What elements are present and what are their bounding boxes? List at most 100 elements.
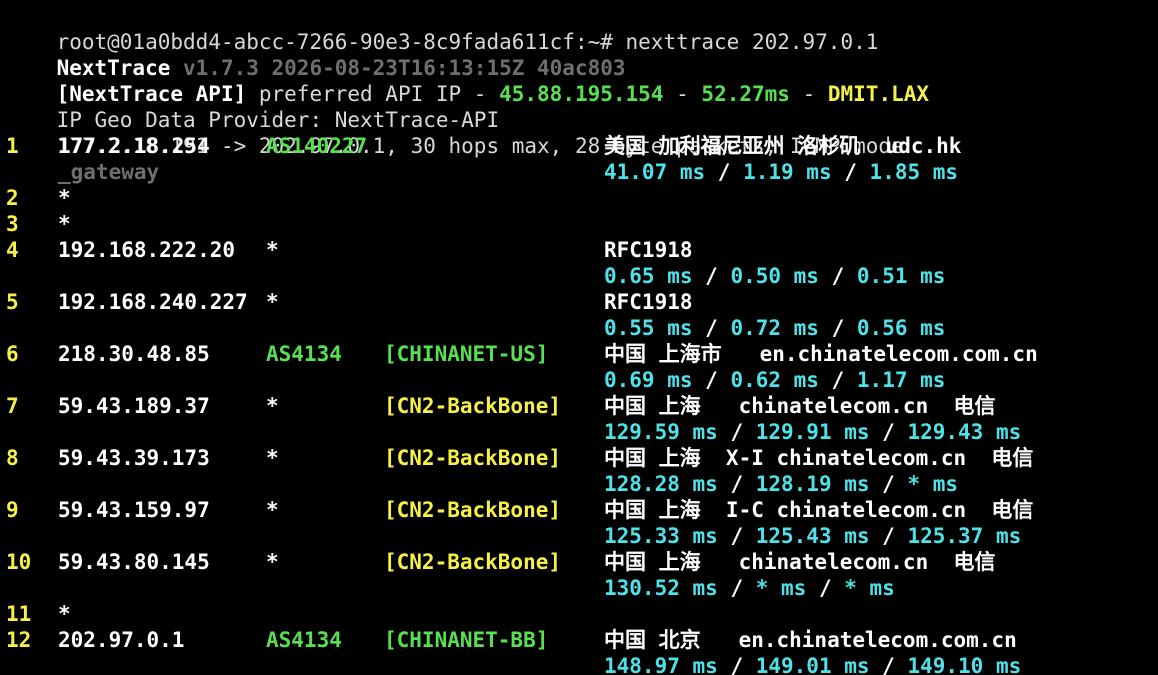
hop-asn: * <box>266 238 279 262</box>
hop-number: 10 <box>6 550 32 574</box>
hop-latency: 41.07 ms / 1.19 ms / 1.85 ms <box>604 159 958 185</box>
hop-network-tag: [CN2-BackBone] <box>384 394 562 418</box>
hop-ip: 59.43.189.37 <box>58 394 210 418</box>
hop-geo: 中国 上海 chinatelecom.cn 电信 <box>604 394 996 418</box>
latency-separator: / <box>869 420 908 444</box>
latency-2: 149.01 ms <box>755 654 870 675</box>
hop-asn: * <box>266 394 279 418</box>
hop-detail-row: 0.65 ms / 0.50 ms / 0.51 ms <box>6 263 945 289</box>
latency-separator: / <box>717 472 756 496</box>
hop-latency: 0.55 ms / 0.72 ms / 0.56 ms <box>604 315 945 341</box>
latency-2: 129.91 ms <box>755 420 870 444</box>
hop-network-tag: [CN2-BackBone] <box>384 550 562 574</box>
hop-row: 4 192.168.222.20 * RFC1918 <box>6 237 693 263</box>
latency-1: 129.59 ms <box>604 420 718 444</box>
hop-number: 7 <box>6 394 19 418</box>
hop-geo: RFC1918 <box>604 238 693 262</box>
hop-network-tag: [CN2-BackBone] <box>384 446 562 470</box>
hop-detail-row: _gateway 41.07 ms / 1.19 ms / 1.85 ms <box>6 159 958 185</box>
latency-2: 0.72 ms <box>730 316 819 340</box>
latency-3: 129.43 ms <box>907 420 1022 444</box>
hop-number: 4 <box>6 238 19 262</box>
hop-detail-row: 125.33 ms / 125.43 ms / 125.37 ms <box>6 523 1021 549</box>
latency-3: * ms <box>907 472 959 496</box>
hop-number: 9 <box>6 498 19 522</box>
latency-2: 0.62 ms <box>730 368 819 392</box>
hop-number: 2 <box>6 186 19 210</box>
hop-geo: 中国 上海 X-I chinatelecom.cn 电信 <box>604 446 1034 470</box>
latency-separator: / <box>806 576 845 600</box>
latency-2: 125.43 ms <box>755 524 870 548</box>
latency-3: 0.51 ms <box>856 264 946 288</box>
latency-separator: / <box>717 420 756 444</box>
latency-separator: / <box>717 576 756 600</box>
latency-separator: / <box>869 524 908 548</box>
hop-row: 10 59.43.80.145 * [CN2-BackBone] 中国 上海 c… <box>6 549 996 575</box>
hop-geo: 中国 北京 en.chinatelecom.com.cn <box>604 628 1017 652</box>
hop-ip: * <box>58 212 71 236</box>
hop-row: 8 59.43.39.173 * [CN2-BackBone] 中国 上海 X-… <box>6 445 1033 471</box>
latency-3: 149.10 ms <box>907 654 1022 675</box>
api-line: [NextTrace API] preferred API IP - 45.88… <box>6 55 929 106</box>
api-latency: 52.27ms <box>701 82 790 106</box>
latency-separator: / <box>818 316 857 340</box>
latency-separator: / <box>717 524 756 548</box>
hop-number: 5 <box>6 290 19 314</box>
hop-ip: 218.30.48.85 <box>58 342 210 366</box>
latency-separator: / <box>818 368 857 392</box>
hop-geo: 中国 上海市 en.chinatelecom.com.cn <box>604 342 1038 366</box>
hop-asn: AS140227 <box>266 134 368 158</box>
hop-asn: * <box>266 550 279 574</box>
version-line: NextTrace v1.7.3 2026-08-23T16:13:15Z 40… <box>6 29 626 80</box>
latency-separator: / <box>869 654 908 675</box>
api-node: DMIT.LAX <box>827 82 930 106</box>
hop-asn: AS4134 <box>266 342 342 366</box>
hop-asn: * <box>266 290 279 314</box>
latency-1: 0.65 ms <box>604 264 693 288</box>
hop-ip: 192.168.222.20 <box>58 238 236 262</box>
hop-asn: AS4134 <box>266 628 342 652</box>
latency-1: 41.07 ms <box>604 160 706 184</box>
latency-separator: / <box>692 368 731 392</box>
latency-1: 0.69 ms <box>604 368 693 392</box>
hop-latency: 129.59 ms / 129.91 ms / 129.43 ms <box>604 419 1021 445</box>
api-ip: 45.88.195.154 <box>499 82 664 106</box>
hop-detail-row: 130.52 ms / * ms / * ms <box>6 575 895 601</box>
hop-latency: 130.52 ms / * ms / * ms <box>604 575 895 601</box>
latency-3: 1.85 ms <box>869 160 959 184</box>
hop-geo: 美国 加利福尼亚州 洛杉矶 udc.hk <box>604 134 962 158</box>
hop-row: 5 192.168.240.227 * RFC1918 <box>6 289 693 315</box>
hop-row: 12 202.97.0.1 AS4134 [CHINANET-BB] 中国 北京… <box>6 627 1017 653</box>
terminal-window[interactable]: root@01a0bdd4-abcc-7266-90e3-8c9fada611c… <box>0 0 1158 675</box>
hop-hostname: _gateway <box>58 160 160 184</box>
hop-row: 9 59.43.159.97 * [CN2-BackBone] 中国 上海 I-… <box>6 497 1033 523</box>
hop-number: 12 <box>6 628 32 652</box>
latency-3: 125.37 ms <box>907 524 1022 548</box>
hop-number: 6 <box>6 342 19 366</box>
hop-number: 8 <box>6 446 19 470</box>
hop-latency: 0.65 ms / 0.50 ms / 0.51 ms <box>604 263 945 289</box>
hop-ip: 59.43.39.173 <box>58 446 210 470</box>
hop-row: 2 * <box>6 185 71 211</box>
trace-summary-line: 177.2.18.191 -> 202.97.0.1, 30 hops max,… <box>6 107 904 158</box>
hop-number: 3 <box>6 212 19 236</box>
hop-network-tag: [CN2-BackBone] <box>384 498 562 522</box>
latency-2: 128.19 ms <box>755 472 870 496</box>
hop-row: 7 59.43.189.37 * [CN2-BackBone] 中国 上海 ch… <box>6 393 996 419</box>
hop-geo: RFC1918 <box>604 290 693 314</box>
hop-row: 3 * <box>6 211 71 237</box>
hop-latency: 0.69 ms / 0.62 ms / 1.17 ms <box>604 367 945 393</box>
hop-ip: 59.43.159.97 <box>58 498 210 522</box>
hop-detail-row: 0.55 ms / 0.72 ms / 0.56 ms <box>6 315 945 341</box>
hop-ip: 202.97.0.1 <box>58 628 185 652</box>
latency-2: 1.19 ms <box>743 160 832 184</box>
hop-number: 1 <box>6 134 19 158</box>
hop-geo: 中国 上海 chinatelecom.cn 电信 <box>604 550 996 574</box>
hop-detail-row: 128.28 ms / 128.19 ms / * ms <box>6 471 958 497</box>
latency-1: 128.28 ms <box>604 472 718 496</box>
latency-1: 0.55 ms <box>604 316 693 340</box>
hop-row: 11 * <box>6 601 71 627</box>
hop-ip: * <box>58 602 71 626</box>
hop-number: 11 <box>6 602 32 626</box>
latency-separator: / <box>692 264 731 288</box>
